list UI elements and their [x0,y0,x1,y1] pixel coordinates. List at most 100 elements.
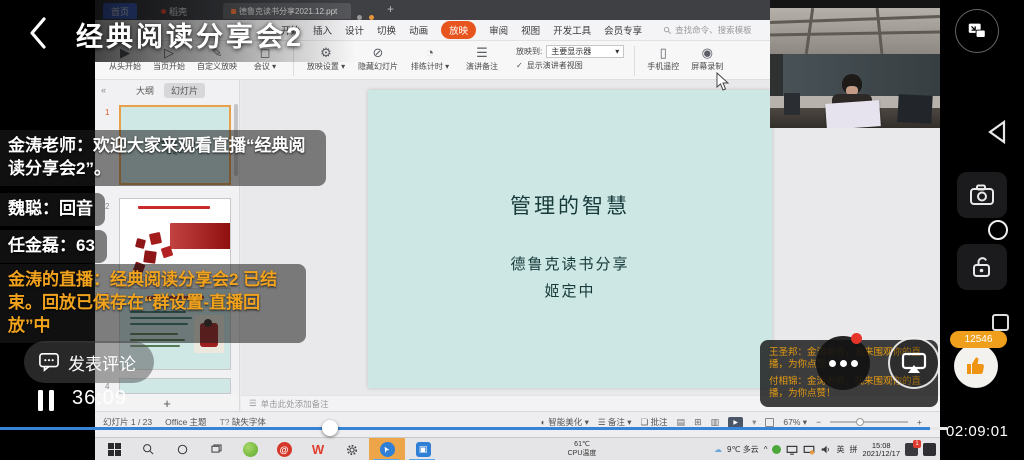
thumbs-up-icon [964,354,988,378]
antivirus-tray-icon[interactable] [772,445,781,454]
projector-tray-icon[interactable] [803,445,815,455]
zoom-in-button[interactable]: + [917,417,922,427]
task-view-button[interactable] [199,438,233,460]
start-button[interactable] [97,438,131,460]
camera-icon [969,184,995,206]
webcam-feed [770,0,940,128]
hide-slide-icon: ⊘ [373,45,384,61]
airplay-icon [900,350,928,376]
presenter-view-checkbox[interactable]: ✓ 显示演讲者视图 [516,60,624,71]
tab-outline[interactable]: 大纲 [136,84,154,97]
screenshot-button[interactable] [957,172,1007,218]
ribbon-search-box[interactable]: 查找命令、搜索模板 [663,24,752,36]
slide-sorter-icon[interactable]: ⊞ [694,417,702,428]
seek-bar-played[interactable] [0,427,930,430]
chat-message: 金涛老师：欢迎大家来观看直播“经典阅读分享会2”。 [0,130,326,186]
speaker-notes-button[interactable]: ☰ 演讲备注 [460,45,504,72]
pip-button[interactable] [955,9,999,53]
slide-title: 管理的智慧 [368,190,772,220]
notification-tray-icon[interactable] [923,443,936,456]
zoom-slider[interactable] [830,421,908,423]
weather-widget[interactable]: 9℃ 多云 [727,444,759,455]
chat-message: 任金磊：63 [0,230,107,263]
seek-bar-remaining[interactable] [930,427,947,430]
speaker-notes-icon: ☰ [476,45,488,61]
pointer-app-icon [380,442,395,457]
stream-title: 经典阅读分享会2 [76,15,304,54]
ribbon-tab-review[interactable]: 审阅 [489,23,508,37]
likes-count-badge: 12546 [950,331,1007,348]
cloud-weather-icon: ☁ [714,445,722,454]
checkmark-icon: ✓ [516,61,523,70]
zoom-out-button[interactable]: − [816,417,821,427]
phone-remote-button[interactable]: ▯ 手机遥控 [645,45,681,72]
at-icon: @ [277,442,292,457]
zoom-slider-handle[interactable] [856,418,864,426]
slideshow-play-button[interactable]: ▶ [728,417,743,428]
triangle-left-icon [985,118,1009,146]
slide-subtitle: 德鲁克读书分享 [368,253,772,274]
notification-dot [851,333,862,344]
blue-app-icon[interactable]: ▣ [405,438,441,460]
ribbon-tab-view[interactable]: 视图 [521,23,540,37]
seek-handle[interactable] [322,420,338,436]
record-ring-icon[interactable] [988,220,1008,240]
ribbon-tab-transition[interactable]: 切换 [377,23,396,37]
wps-app-icon[interactable]: W [301,438,335,460]
reading-view-icon[interactable]: ▥ [711,417,720,428]
display-tray-icon[interactable] [786,445,798,455]
taskbar-search-button[interactable] [131,438,165,460]
chevron-down-icon[interactable]: ▾ [752,417,756,428]
zoom-level[interactable]: 67% ▾ [783,417,807,428]
active-app-icon[interactable] [369,438,405,460]
rehearse-button[interactable]: ◔ 排练计时 ▾ [408,45,452,72]
new-tab-button[interactable]: + [387,2,394,16]
tray-expand-button[interactable]: ^ [764,445,768,454]
ime-indicator[interactable]: 拼 [849,444,857,455]
chevron-left-icon [28,16,48,50]
missing-font-icon: T? [220,417,230,427]
normal-view-icon[interactable]: ▤ [677,417,686,428]
browser-app-icon[interactable] [233,438,267,460]
red-app-icon[interactable]: @ [267,438,301,460]
ribbon-tab-slideshow[interactable]: 放映 [441,21,476,39]
ribbon-tab-member[interactable]: 会员专享 [604,23,642,37]
speaker-icon[interactable] [820,444,831,455]
chat-system-message: 金涛的直播：经典阅读分享会2 已结束。回放已保存在“群设置-直播回放”中 [0,264,306,343]
search-icon [663,26,672,35]
collapse-rail-button[interactable] [985,118,1009,151]
cortana-button[interactable] [165,438,199,460]
fit-window-icon[interactable] [765,418,774,427]
cortana-icon [176,443,189,456]
display-target-dropdown[interactable]: 主要显示器 ▾ [546,45,624,58]
system-tray: ☁ 9℃ 多云 ^ 英 拼 15:08 2021/12/17 1 [714,438,936,460]
taskbar-clock[interactable]: 15:08 2021/12/17 [862,442,900,458]
screen-cast-button[interactable] [888,337,940,389]
post-comment-button[interactable]: 发表评论 [24,341,154,383]
message-tray-icon[interactable]: 1 [905,443,918,456]
current-slide[interactable]: 管理的智慧 德鲁克读书分享 姬定中 [368,90,772,388]
windows-taskbar: @ W ▣ 61℃ CPU温度 ☁ 9℃ 多云 ^ [95,437,940,460]
settings-app-icon[interactable] [335,438,369,460]
rotation-lock-button[interactable] [957,244,1007,290]
screen-record-button[interactable]: ◉ 屏幕录制 [689,45,725,72]
beautify-icon: ◐ [541,417,546,427]
record-icon: ◉ [702,45,713,61]
chevron-down-icon: ▾ [615,47,619,56]
collapse-panel-button[interactable]: « [101,85,106,95]
ribbon-tab-animation[interactable]: 动画 [409,23,428,37]
unlock-icon [970,255,994,279]
back-button[interactable] [28,16,48,55]
more-options-button[interactable] [816,336,870,390]
like-button[interactable] [954,344,998,388]
rehearse-timer-icon: ◔ [426,45,434,61]
ribbon-tab-devtools[interactable]: 开发工具 [553,23,591,37]
hide-slide-button[interactable]: ⊘ 隐藏幻灯片 [356,45,400,72]
task-view-icon [210,443,223,456]
pause-button[interactable] [38,390,54,411]
language-indicator[interactable]: 英 [836,444,844,455]
live-replay-screen: 首页 稻壳 德鲁克读书分享2021.12.ppt + 开始 插入 设计 切换 动… [0,0,1024,460]
display-target-group: 放映到: 主要显示器 ▾ ✓ 显示演讲者视图 [516,45,624,71]
tab-slides[interactable]: 幻灯片 [164,83,205,98]
wps-statusbar: 幻灯片 1 / 23 Office 主题 T? 缺失字体 ◐ 智能美化 ▾ ☰ … [95,411,940,437]
